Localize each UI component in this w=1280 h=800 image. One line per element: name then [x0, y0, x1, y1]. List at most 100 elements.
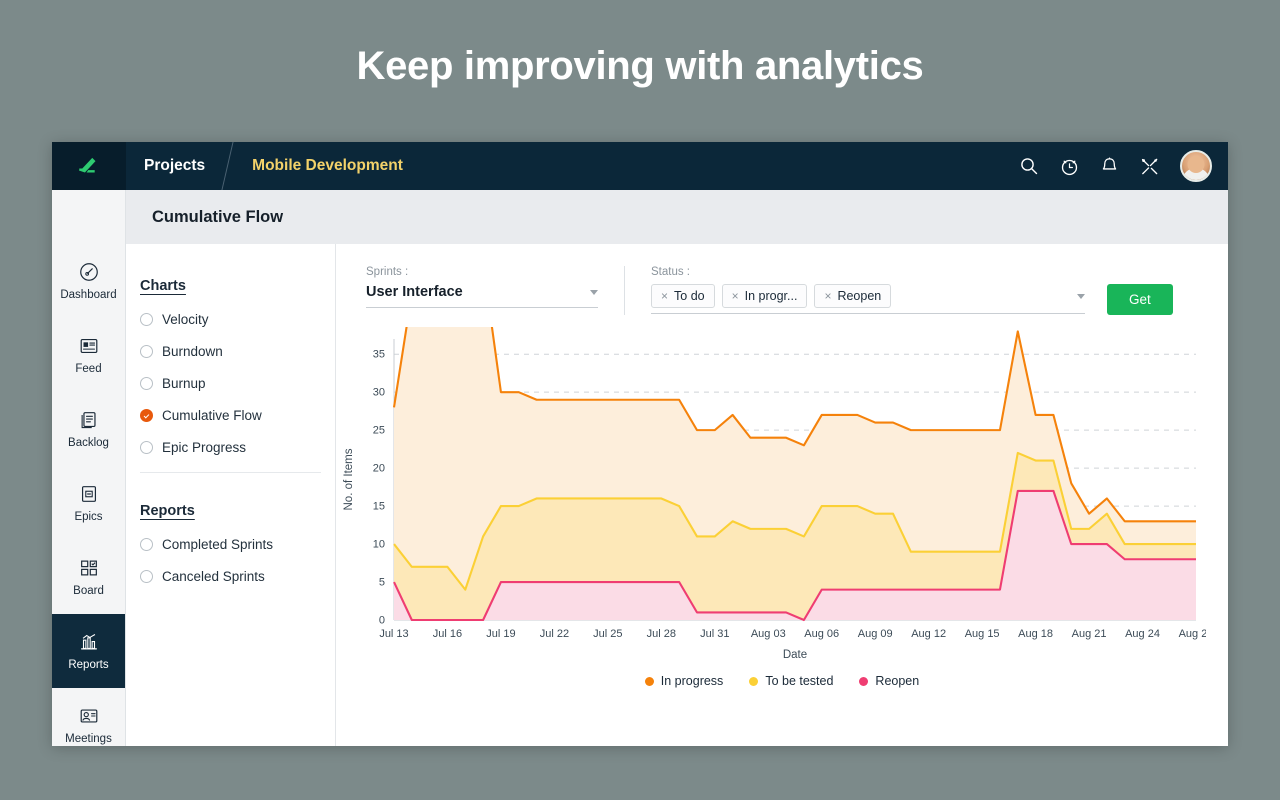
chart-option-burndown[interactable]: Burndown [140, 344, 335, 359]
x-axis-tick-label: Aug 21 [1072, 628, 1107, 640]
chart-legend: In progress To be tested Reopen [336, 674, 1228, 688]
sidebar-item-board[interactable]: Board [52, 540, 125, 614]
status-multiselect[interactable]: × To do × In progr... × Reopen [651, 284, 1085, 314]
bell-icon[interactable] [1100, 156, 1119, 176]
chart-option-burnup[interactable]: Burnup [140, 376, 335, 391]
x-axis-tick-label: Aug 24 [1125, 628, 1160, 640]
nav-projects-label[interactable]: Projects [126, 157, 227, 175]
chart-option-cumulative-flow[interactable]: Cumulative Flow [140, 408, 335, 423]
sidebar-item-backlog[interactable]: Backlog [52, 392, 125, 466]
backlog-icon [78, 409, 100, 431]
legend-item-to-be-tested[interactable]: To be tested [749, 674, 833, 688]
timer-icon[interactable] [1059, 156, 1080, 177]
page-title: Cumulative Flow [152, 208, 283, 227]
radio-icon [140, 538, 153, 551]
remove-chip-icon[interactable]: × [824, 289, 831, 303]
epics-icon [78, 483, 100, 505]
charts-heading: Charts [140, 278, 335, 294]
chart-option-label: Velocity [162, 312, 209, 327]
sidebar-label: Meetings [65, 733, 112, 745]
filter-divider [624, 266, 625, 315]
menu-divider [140, 472, 321, 473]
topbar-icon-group [1019, 150, 1228, 182]
search-icon[interactable] [1019, 156, 1039, 176]
legend-item-reopen[interactable]: Reopen [859, 674, 919, 688]
sprints-value: User Interface [366, 284, 463, 300]
chart-option-label: Epic Progress [162, 440, 246, 455]
status-chip-todo[interactable]: × To do [651, 284, 715, 308]
tools-icon[interactable] [1139, 156, 1160, 177]
chevron-down-icon [1077, 294, 1085, 299]
status-chip-reopen[interactable]: × Reopen [814, 284, 891, 308]
charts-reports-panel: Charts Velocity Burndown Burnup Cumulati… [126, 190, 336, 746]
remove-chip-icon[interactable]: × [732, 289, 739, 303]
sidebar-item-reports[interactable]: Reports [52, 614, 125, 688]
sidebar-item-dashboard[interactable]: Dashboard [52, 244, 125, 318]
sidebar-item-meetings[interactable]: Meetings [52, 688, 125, 746]
gauge-icon [78, 261, 100, 283]
x-axis-tick-label: Jul 28 [647, 628, 676, 640]
report-option-label: Canceled Sprints [162, 569, 265, 584]
reports-heading: Reports [140, 503, 335, 519]
status-label: Status : [651, 266, 1085, 278]
chart-option-label: Cumulative Flow [162, 408, 262, 423]
x-axis-tick-label: Aug 18 [1018, 628, 1053, 640]
x-axis-tick-label: Jul 25 [593, 628, 622, 640]
sidebar-label: Board [73, 585, 104, 597]
x-axis-title: Date [783, 649, 807, 661]
radio-checked-icon [140, 409, 153, 422]
logo-glyph [76, 153, 102, 179]
feed-icon [78, 335, 100, 357]
main-content: Sprints : User Interface Status : × To d… [336, 190, 1228, 746]
sidebar-item-epics[interactable]: Epics [52, 466, 125, 540]
chart-canvas: 05101520253035Jul 13Jul 16Jul 19Jul 22Ju… [336, 327, 1206, 672]
sprints-label: Sprints : [366, 266, 598, 278]
sidebar-label: Feed [75, 363, 101, 375]
x-axis-tick-label: Aug 27 [1179, 628, 1206, 640]
y-axis-tick-label: 0 [379, 615, 385, 627]
chip-label: To do [674, 289, 705, 303]
y-axis-tick-label: 10 [373, 539, 385, 551]
radio-icon [140, 345, 153, 358]
sidebar-item-feed[interactable]: Feed [52, 318, 125, 392]
get-button[interactable]: Get [1107, 284, 1173, 315]
legend-label: Reopen [875, 674, 919, 688]
zoho-sprints-logo-icon[interactable] [52, 142, 126, 190]
reports-icon [78, 631, 100, 653]
top-navigation-bar: Projects Mobile Development [52, 142, 1228, 190]
sprints-filter-group: Sprints : User Interface [366, 266, 598, 308]
chart-option-epic-progress[interactable]: Epic Progress [140, 440, 335, 455]
x-axis-tick-label: Jul 16 [433, 628, 462, 640]
y-axis-tick-label: 15 [373, 501, 385, 513]
y-axis-tick-label: 25 [373, 425, 385, 437]
cumulative-flow-chart: 05101520253035Jul 13Jul 16Jul 19Jul 22Ju… [336, 327, 1228, 688]
report-option-canceled-sprints[interactable]: Canceled Sprints [140, 569, 335, 584]
legend-color-dot [859, 677, 868, 686]
meetings-icon [78, 705, 100, 727]
y-axis-tick-label: 35 [373, 349, 385, 361]
chart-option-label: Burndown [162, 344, 223, 359]
user-avatar[interactable] [1180, 150, 1212, 182]
legend-item-in-progress[interactable]: In progress [645, 674, 724, 688]
status-chip-in-progress[interactable]: × In progr... [722, 284, 808, 308]
rail-top-spacer [52, 190, 125, 244]
chart-option-label: Burnup [162, 376, 206, 391]
legend-label: In progress [661, 674, 724, 688]
report-option-label: Completed Sprints [162, 537, 273, 552]
nav-project-name[interactable]: Mobile Development [228, 157, 403, 175]
x-axis-tick-label: Jul 13 [379, 628, 408, 640]
sidebar-label: Epics [74, 511, 102, 523]
page-header: Cumulative Flow [126, 190, 1228, 244]
hero-title: Keep improving with analytics [0, 44, 1280, 89]
sidebar-label: Reports [68, 659, 108, 671]
remove-chip-icon[interactable]: × [661, 289, 668, 303]
x-axis-tick-label: Jul 22 [540, 628, 569, 640]
filter-bar: Sprints : User Interface Status : × To d… [336, 244, 1228, 315]
x-axis-tick-label: Aug 12 [911, 628, 946, 640]
report-option-completed-sprints[interactable]: Completed Sprints [140, 537, 335, 552]
legend-label: To be tested [765, 674, 833, 688]
sprints-select[interactable]: User Interface [366, 284, 598, 308]
chart-option-velocity[interactable]: Velocity [140, 312, 335, 327]
x-axis-tick-label: Aug 06 [804, 628, 839, 640]
y-axis-tick-label: 30 [373, 387, 385, 399]
